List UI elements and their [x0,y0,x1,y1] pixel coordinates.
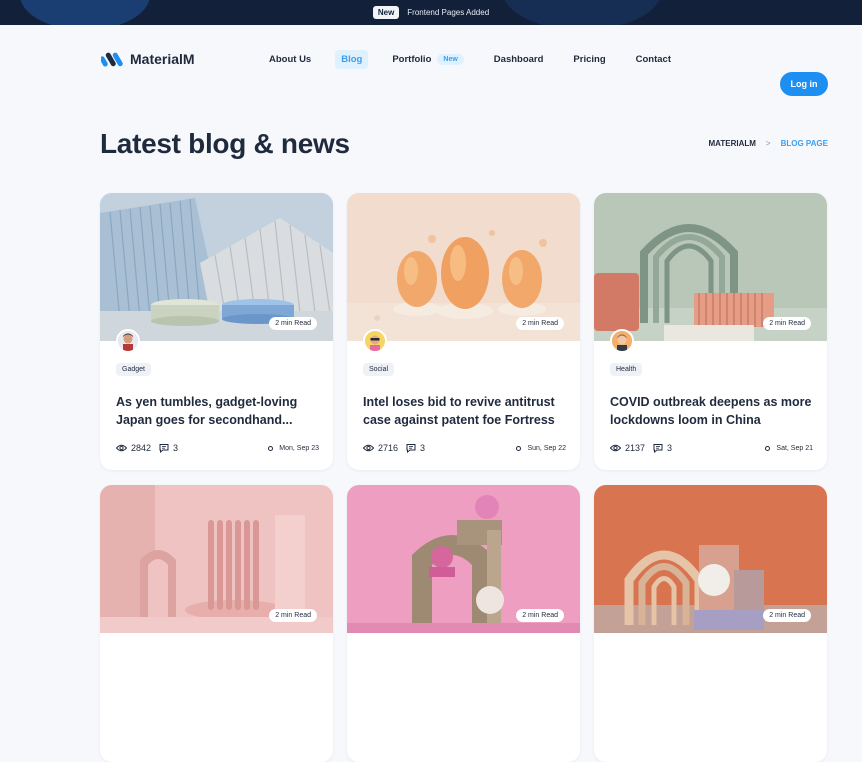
nav-item-dashboard[interactable]: Dashboard [488,50,550,69]
nav-item-portfolio[interactable]: Portfolio New [386,50,469,69]
blog-card[interactable]: 2 min Read Social Intel loses bid to rev… [347,193,580,470]
decorative-glow [20,0,150,25]
nav-label: Pricing [573,53,606,65]
views-count: 2716 [378,443,399,453]
nav-label: About Us [269,53,312,65]
comment-icon [406,444,416,453]
brand-name: MaterialM [130,51,195,67]
read-time-badge: 2 min Read [269,609,317,622]
announcement-message[interactable]: Frontend Pages Added [407,8,489,17]
brand-logo[interactable]: MaterialM [101,51,195,67]
breadcrumb: MATERIALM > BLOG PAGE [709,139,829,148]
post-meta: 2716 3 Sun, Sep 22 [363,443,566,453]
read-time-badge: 2 min Read [269,317,317,330]
blog-card-image: 2 min Read [594,193,827,341]
comment-icon [653,444,663,453]
date-dot-icon [516,445,522,451]
blog-card[interactable]: 2 min Read [594,485,827,762]
blog-card[interactable]: 2 min Read Gadget As yen tumbles, gadget… [100,193,333,470]
post-title[interactable]: COVID outbreak deepens as more lockdowns… [610,393,813,429]
read-time-badge: 2 min Read [516,609,564,622]
read-time-badge: 2 min Read [763,317,811,330]
category-badge[interactable]: Social [363,363,395,376]
blog-card[interactable]: 2 min Read [347,485,580,762]
blog-grid: 2 min Read Gadget As yen tumbles, gadget… [100,193,828,762]
blog-card-image: 2 min Read [100,485,333,633]
decorative-glow [502,0,662,25]
page-header: Latest blog & news MATERIALM > BLOG PAGE [0,95,862,192]
post-date: Sat, Sep 21 [765,445,813,452]
breadcrumb-root[interactable]: MATERIALM [709,139,756,148]
author-avatar[interactable] [363,329,387,353]
breadcrumb-current: BLOG PAGE [780,139,828,148]
comments-count: 3 [420,443,426,453]
blog-card-image: 2 min Read [100,193,333,341]
comment-icon [159,444,169,453]
views-count: 2137 [625,443,646,453]
nav-label: Portfolio [392,53,432,65]
read-time-badge: 2 min Read [763,609,811,622]
main-menu: About Us Blog Portfolio New Dashboard Pri… [263,49,695,69]
blog-card-image: 2 min Read [347,485,580,633]
nav-label: Dashboard [493,53,544,65]
nav-label: Blog [341,53,363,65]
blog-card[interactable]: 2 min Read [100,485,333,762]
announcement-tag: New [372,6,400,19]
author-avatar[interactable] [116,329,140,353]
views: 2137 [610,443,645,453]
post-title[interactable]: Intel loses bid to revive antitrust case… [363,393,566,429]
login-button[interactable]: Log in [780,72,828,96]
blog-card[interactable]: 2 min Read Health COVID outbreak deepens… [594,193,827,470]
post-title[interactable]: As yen tumbles, gadget-loving Japan goes… [116,393,319,429]
comments-count: 3 [667,443,673,453]
eye-icon [363,444,374,452]
nav-item-about-us[interactable]: About Us [263,50,317,69]
category-badge[interactable]: Health [610,363,643,376]
nav-item-pricing[interactable]: Pricing [567,50,611,69]
date-text: Sat, Sep 21 [776,444,813,452]
post-meta: 2842 3 Mon, Sep 23 [116,443,319,453]
eye-icon [116,444,127,452]
comments: 3 [159,443,178,453]
page-title: Latest blog & news [100,128,350,159]
category-badge[interactable]: Gadget [116,363,151,376]
date-dot-icon [765,445,771,451]
nav-item-contact[interactable]: Contact [630,50,677,69]
views: 2716 [363,443,398,453]
views: 2842 [116,443,151,453]
nav-item-blog[interactable]: Blog [335,49,369,69]
author-avatar[interactable] [610,329,634,353]
date-text: Sun, Sep 22 [527,444,566,452]
blog-card-image: 2 min Read [594,485,827,633]
views-count: 2842 [131,443,152,453]
post-meta: 2137 3 Sat, Sep 21 [610,443,813,453]
logo-icon [101,52,123,67]
new-badge: New [437,53,464,65]
top-navigation: MaterialM About Us Blog Portfolio New Das… [0,25,862,96]
comments: 3 [653,443,672,453]
comments: 3 [406,443,425,453]
eye-icon [610,444,621,452]
post-date: Mon, Sep 23 [268,445,319,452]
blog-card-image: 2 min Read [347,193,580,341]
comments-count: 3 [173,443,179,453]
read-time-badge: 2 min Read [516,317,564,330]
breadcrumb-separator: > [765,139,771,148]
nav-label: Contact [635,53,671,65]
announcement-bar: New Frontend Pages Added [0,0,862,25]
date-text: Mon, Sep 23 [279,444,319,452]
post-date: Sun, Sep 22 [516,445,566,452]
date-dot-icon [268,445,274,451]
